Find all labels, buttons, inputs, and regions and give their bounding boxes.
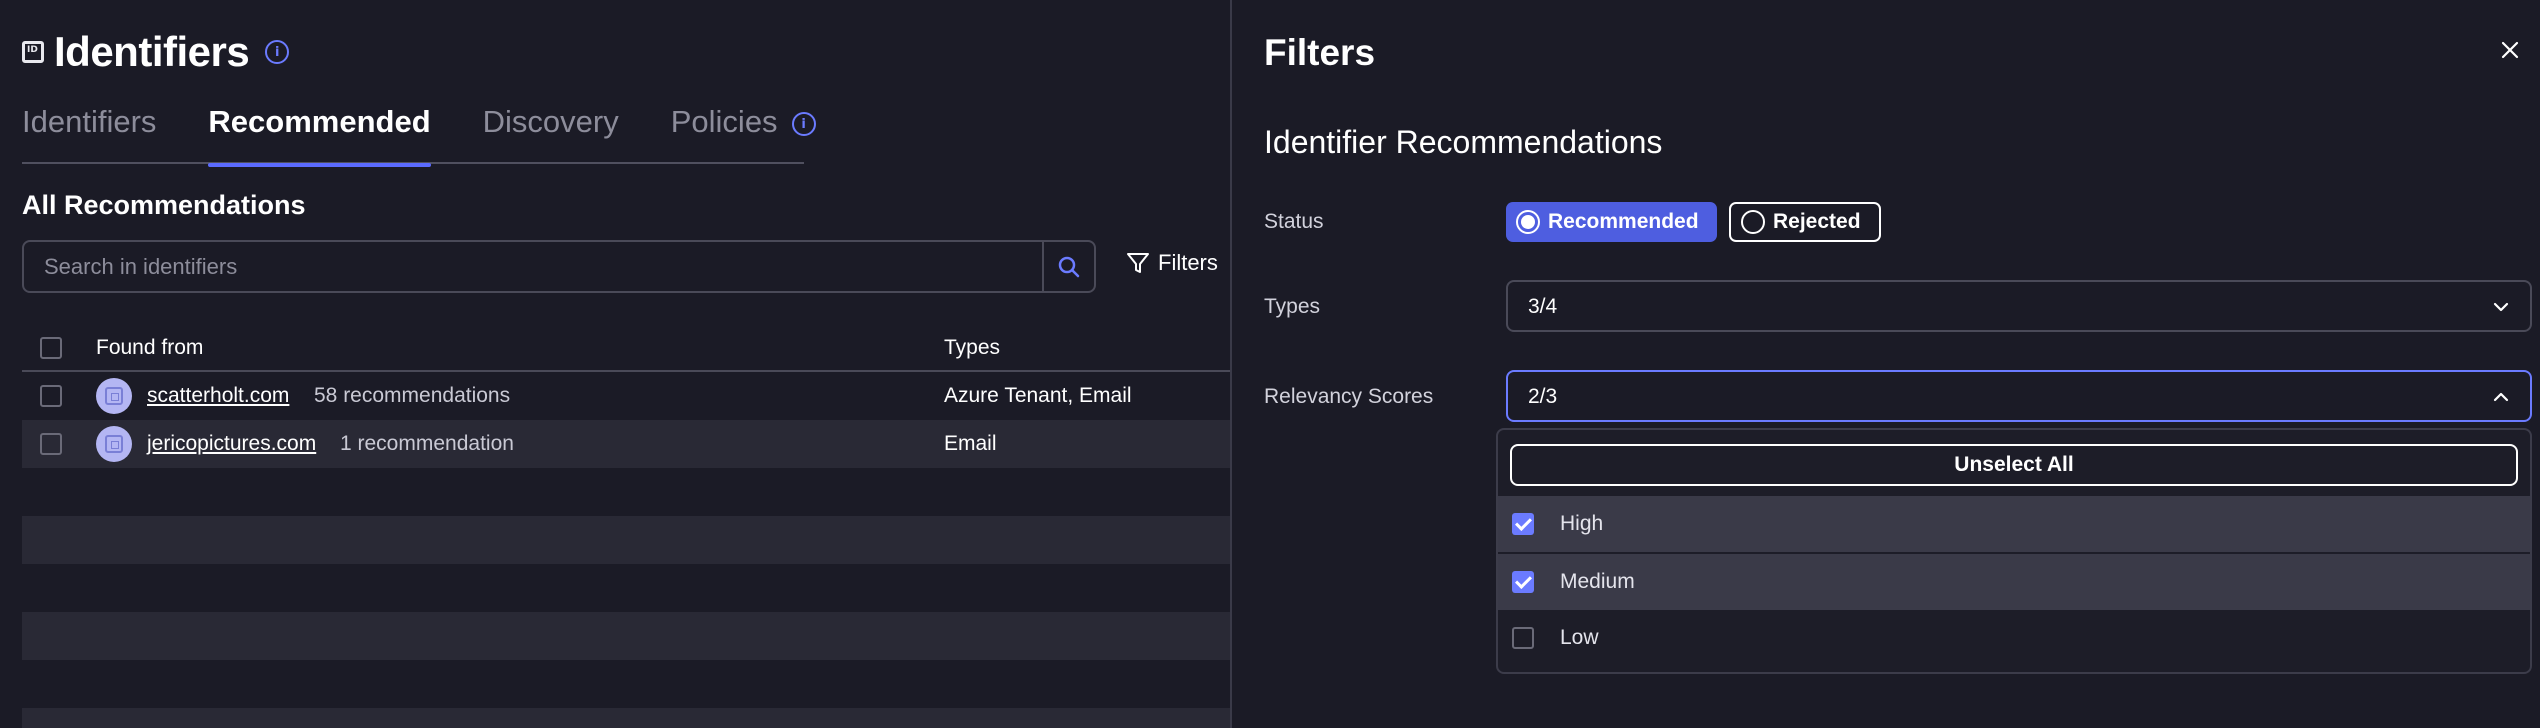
row-types: Azure Tenant, Email — [944, 384, 1132, 407]
row-types: Email — [944, 432, 997, 455]
row-checkbox[interactable] — [40, 385, 62, 407]
table-row[interactable]: jericopictures.com 1 recommendation Emai… — [22, 420, 1232, 468]
empty-row — [22, 612, 1232, 660]
tab-recommended[interactable]: Recommended — [208, 104, 431, 167]
empty-row — [22, 708, 1232, 728]
policies-info-icon[interactable]: i — [791, 112, 816, 136]
select-all-checkbox[interactable] — [40, 337, 62, 359]
tab-bar: Identifiers Recommended Discovery Polici… — [22, 104, 816, 167]
types-value: 3/4 — [1528, 295, 1558, 318]
checkbox-checked[interactable] — [1512, 571, 1534, 593]
relevancy-value: 2/3 — [1528, 385, 1558, 408]
search-icon — [1058, 256, 1080, 277]
domain-link[interactable]: jericopictures.com — [147, 432, 316, 456]
close-button[interactable] — [2498, 38, 2522, 62]
avatar — [96, 426, 132, 462]
relevancy-select[interactable]: 2/3 — [1506, 370, 2532, 422]
avatar — [96, 378, 132, 414]
identifier-icon — [105, 387, 123, 405]
checkbox-checked[interactable] — [1512, 513, 1534, 535]
tab-discovery[interactable]: Discovery — [483, 104, 619, 164]
types-select[interactable]: 3/4 — [1506, 280, 2532, 332]
table-row[interactable]: scatterholt.com 58 recommendations Azure… — [22, 372, 1232, 420]
option-high[interactable]: High — [1498, 496, 2530, 552]
column-found-from: Found from — [96, 336, 204, 359]
option-label: Low — [1560, 626, 1599, 649]
info-icon[interactable]: i — [265, 40, 290, 64]
search-input[interactable] — [24, 242, 1042, 291]
filters-button[interactable]: Filters — [1126, 250, 1218, 276]
panel-subtitle: Identifier Recommendations — [1264, 124, 1663, 160]
tab-policies[interactable]: Policies i — [671, 104, 816, 164]
status-label: Status — [1264, 210, 1324, 233]
page-title: Identifiers — [54, 28, 250, 75]
panel-title: Filters — [1264, 32, 1376, 73]
filter-icon — [1127, 253, 1149, 273]
recommendation-count: 1 recommendation — [340, 432, 514, 455]
unselect-all-button[interactable]: Unselect All — [1510, 444, 2518, 486]
tab-identifiers[interactable]: Identifiers — [22, 104, 156, 164]
page-header: Identifiers i — [22, 28, 290, 76]
status-option-label: Rejected — [1773, 210, 1861, 233]
empty-row — [22, 516, 1232, 564]
types-label: Types — [1264, 295, 1321, 318]
status-option-label: Recommended — [1548, 210, 1699, 233]
chevron-down-icon — [2493, 302, 2509, 312]
identifier-icon — [22, 41, 44, 63]
chevron-up-icon — [2493, 392, 2509, 402]
main-area: Identifiers i Identifiers Recommended Di… — [0, 0, 1232, 728]
search-box — [22, 240, 1096, 293]
radio-selected-icon — [1516, 210, 1540, 234]
row-checkbox[interactable] — [40, 433, 62, 455]
option-low[interactable]: Low — [1498, 610, 2530, 666]
table-header: Found from Types — [22, 330, 1232, 372]
relevancy-dropdown: Unselect All High Medium Low — [1496, 428, 2532, 674]
radio-unselected-icon — [1741, 210, 1765, 234]
relevancy-label: Relevancy Scores — [1264, 385, 1434, 408]
filters-panel: Filters Identifier Recommendations Statu… — [1230, 0, 2540, 728]
checkbox-unchecked[interactable] — [1512, 627, 1534, 649]
status-recommended-radio[interactable]: Recommended — [1506, 202, 1717, 242]
column-types: Types — [944, 336, 1001, 359]
recommendation-count: 58 recommendations — [314, 384, 511, 407]
option-label: High — [1560, 512, 1604, 535]
search-button[interactable] — [1042, 242, 1094, 291]
section-title: All Recommendations — [22, 190, 306, 220]
filters-label: Filters — [1158, 250, 1218, 275]
close-icon — [2501, 41, 2519, 59]
domain-link[interactable]: scatterholt.com — [147, 384, 289, 408]
status-rejected-radio[interactable]: Rejected — [1729, 202, 1881, 242]
identifier-icon — [105, 435, 123, 453]
option-medium[interactable]: Medium — [1498, 554, 2530, 610]
option-label: Medium — [1560, 570, 1635, 593]
